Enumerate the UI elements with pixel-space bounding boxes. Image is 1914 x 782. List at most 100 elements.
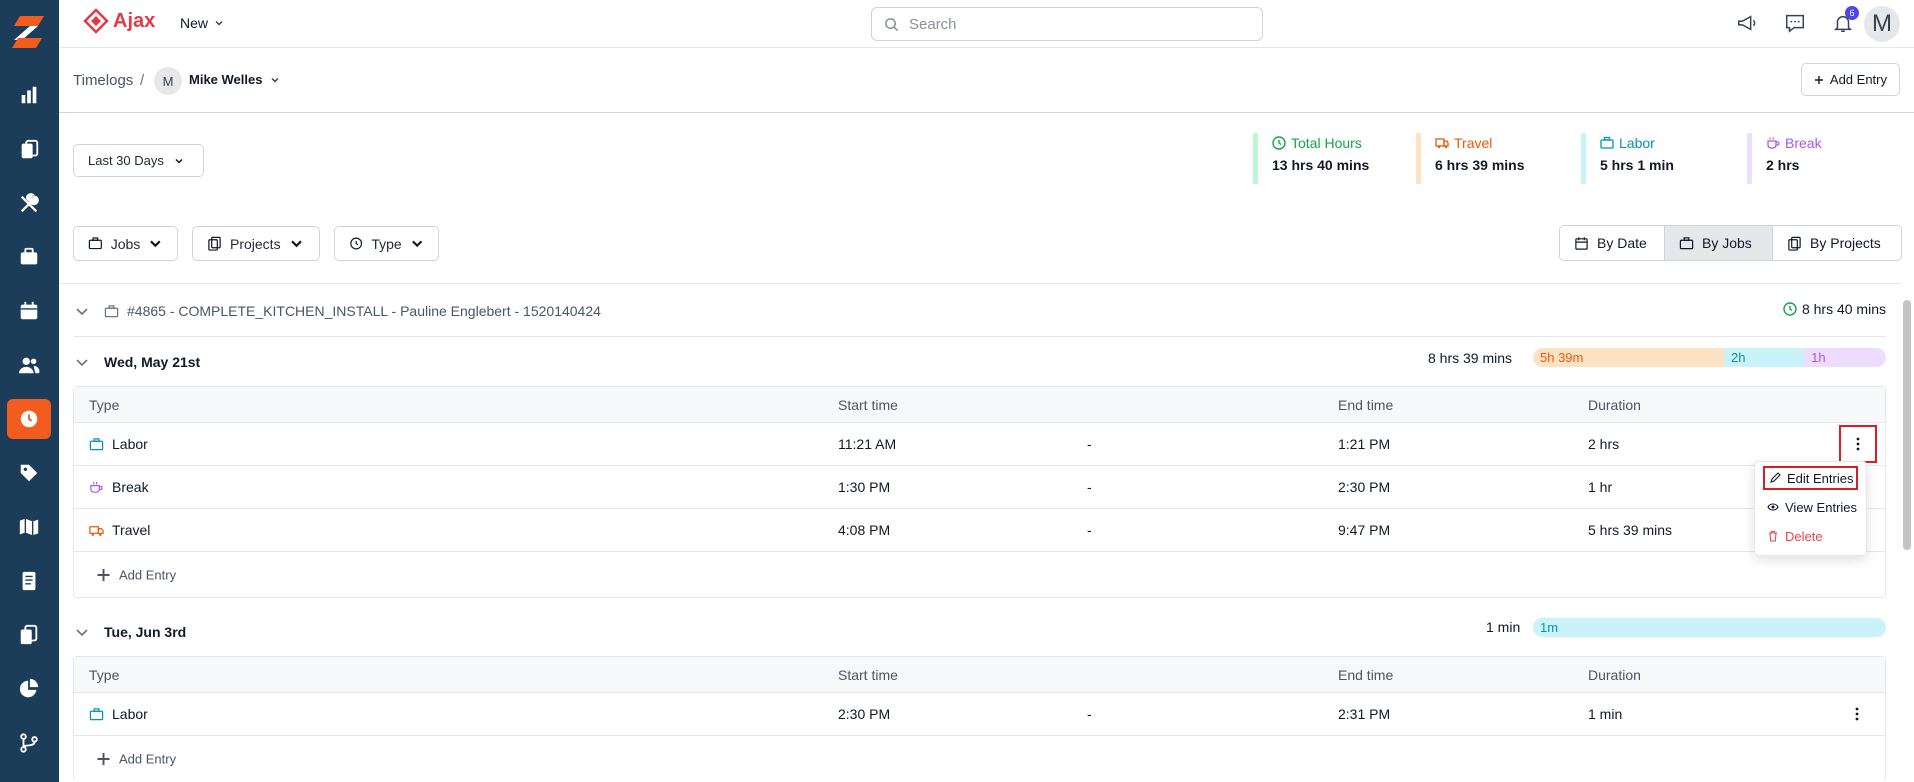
sidebar: [0, 0, 59, 782]
type-label: Travel: [112, 522, 151, 538]
time-separator: -: [1087, 436, 1092, 452]
view-by-projects-button[interactable]: By Projects: [1773, 226, 1901, 260]
stat-break: Break 2 hrs: [1747, 133, 1822, 184]
sidebar-item-invoices[interactable]: [7, 561, 51, 601]
sidebar-item-map[interactable]: [7, 507, 51, 547]
calendar-icon: [1575, 236, 1588, 250]
row-actions-button[interactable]: [1839, 425, 1877, 463]
clipboard-icon: [1788, 236, 1801, 251]
brand-logo[interactable]: Ajax: [83, 8, 155, 34]
add-entry-button[interactable]: Add Entry: [1800, 63, 1900, 96]
menu-item-view-entries[interactable]: View Entries: [1763, 495, 1858, 519]
trash-icon: [1769, 530, 1777, 542]
job-group-header[interactable]: #4865 - COMPLETE_KITCHEN_INSTALL - Pauli…: [74, 293, 1886, 329]
clipboard-icon: [21, 139, 39, 159]
divider: [74, 336, 1886, 337]
clock-icon: [1272, 136, 1286, 150]
announcements-button[interactable]: [1734, 10, 1760, 36]
sidebar-item-workflows[interactable]: [7, 723, 51, 763]
jobs-filter[interactable]: Jobs: [73, 226, 178, 261]
sidebar-item-calendar[interactable]: [7, 291, 51, 331]
day-group-header[interactable]: Wed, May 21st: [74, 348, 200, 376]
stat-total-hours: Total Hours 13 hrs 40 mins: [1253, 133, 1369, 184]
type-label: Labor: [112, 436, 148, 452]
sidebar-item-timelogs[interactable]: [7, 399, 51, 439]
user-name: Mike Welles: [189, 72, 263, 87]
view-by-jobs-button[interactable]: By Jobs: [1665, 226, 1773, 260]
time-separator: -: [1087, 479, 1092, 495]
column-header-duration: Duration: [1588, 666, 1641, 683]
menu-item-edit-entries[interactable]: Edit Entries: [1763, 466, 1858, 490]
git-branch-icon: [20, 733, 38, 753]
receipt-icon: [22, 571, 36, 591]
add-entry-label: Add Entry: [119, 567, 177, 582]
column-header-end: End time: [1338, 666, 1394, 683]
table-row[interactable]: Travel 4:08 PM - 9:47 PM 5 hrs 39 mins: [74, 509, 1885, 552]
stat-value: 6 hrs 39 mins: [1435, 157, 1525, 173]
sidebar-item-jobs[interactable]: [7, 237, 51, 277]
plus-icon: [1814, 75, 1823, 84]
chevron-down-icon: [175, 158, 183, 164]
app-logo-icon[interactable]: [8, 12, 48, 52]
duration-cell: 5 hrs 39 mins: [1588, 522, 1673, 538]
diamond-logo-icon: [83, 8, 109, 34]
breadcrumb-timelogs-link[interactable]: Timelogs: [73, 72, 133, 89]
search-input[interactable]: Search: [871, 7, 1263, 41]
chevron-down-icon[interactable]: [74, 354, 90, 370]
messages-button[interactable]: [1782, 10, 1808, 36]
sidebar-item-tools[interactable]: [7, 184, 51, 224]
briefcase-icon: [88, 237, 102, 250]
type-filter[interactable]: Type: [334, 226, 439, 261]
end-time-cell: 9:47 PM: [1338, 522, 1391, 538]
sidebar-item-documents[interactable]: [7, 130, 51, 170]
column-header-type: Type: [89, 666, 120, 683]
chevron-down-icon[interactable]: [74, 624, 90, 640]
end-time-cell: 2:31 PM: [1338, 706, 1391, 722]
column-header-type: Type: [89, 396, 120, 413]
type-cell: Labor: [89, 706, 148, 722]
chevron-down-icon: [271, 77, 279, 83]
type-label: Labor: [112, 706, 148, 722]
sidebar-item-estimates[interactable]: [7, 615, 51, 655]
megaphone-icon: [1738, 15, 1756, 31]
duration-cell: 1 min: [1588, 706, 1623, 722]
add-entry-link[interactable]: Add Entry: [96, 567, 176, 582]
pie-chart-icon: [19, 678, 39, 698]
tag-icon: [20, 464, 38, 482]
files-icon: [20, 624, 38, 645]
start-time-cell: 11:21 AM: [838, 436, 897, 452]
search-icon: [885, 17, 899, 31]
table-row[interactable]: Labor 11:21 AM - 1:21 PM 2 hrs: [74, 423, 1885, 466]
scrollbar[interactable]: [1903, 300, 1911, 550]
start-time-cell: 1:30 PM: [838, 479, 891, 495]
day-group-header[interactable]: Tue, Jun 3rd: [74, 618, 186, 646]
start-time-cell: 2:30 PM: [838, 706, 891, 722]
chevron-down-icon[interactable]: [74, 303, 90, 319]
new-menu-button[interactable]: New: [180, 15, 224, 31]
user-avatar[interactable]: M: [1864, 6, 1900, 42]
sidebar-item-pricebook[interactable]: [7, 453, 51, 493]
menu-item-label: View Entries: [1785, 499, 1858, 515]
chevron-down-icon: [150, 240, 161, 248]
add-entry-link[interactable]: Add Entry: [96, 751, 176, 766]
sidebar-item-reports[interactable]: [7, 669, 51, 709]
date-range-select[interactable]: Last 30 Days: [73, 144, 204, 177]
table-row[interactable]: Labor 2:30 PM - 2:31 PM 1 min: [74, 693, 1885, 736]
table-row[interactable]: Break 1:30 PM - 2:30 PM 1 hr: [74, 466, 1885, 509]
breadcrumb-separator: /: [140, 72, 145, 89]
menu-item-delete[interactable]: Delete: [1763, 524, 1858, 548]
projects-filter[interactable]: Projects: [192, 226, 320, 261]
sidebar-item-customers[interactable]: [7, 345, 51, 385]
view-by-date-button[interactable]: By Date: [1560, 226, 1665, 260]
user-selector[interactable]: Mike Welles: [189, 72, 280, 87]
notifications-button[interactable]: 6: [1830, 6, 1859, 36]
stat-label: Total Hours: [1291, 135, 1362, 151]
add-entry-label: Add Entry: [1829, 72, 1887, 87]
truck-icon: [1435, 138, 1449, 149]
view-by-date-label: By Date: [1597, 235, 1647, 251]
column-header-duration: Duration: [1588, 396, 1641, 413]
duration-cell: 2 hrs: [1588, 436, 1620, 452]
sidebar-item-dashboard[interactable]: [7, 75, 51, 115]
menu-item-label: Edit Entries: [1787, 470, 1854, 486]
more-vertical-icon[interactable]: [1849, 706, 1865, 722]
